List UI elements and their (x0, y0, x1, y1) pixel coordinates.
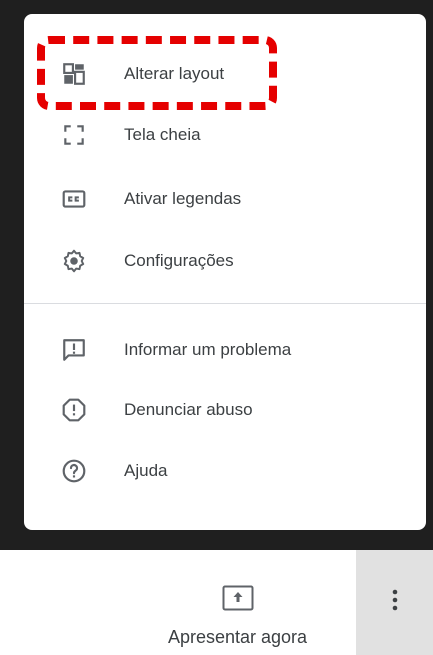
menu-item-label: Ativar legendas (124, 189, 242, 208)
menu-item-settings[interactable]: Configurações (24, 233, 426, 289)
report-problem-icon (59, 335, 89, 365)
highlight-annotation (37, 36, 277, 110)
captions-icon (59, 184, 89, 214)
menu-item-label: Ajuda (124, 461, 168, 480)
menu-item-label: Denunciar abuso (124, 400, 253, 419)
help-icon (59, 456, 89, 486)
present-now-label: Apresentar agora (167, 627, 308, 647)
more-vertical-icon (392, 588, 398, 617)
settings-gear-icon (59, 246, 89, 276)
menu-item-help[interactable]: Ajuda (24, 443, 426, 499)
menu-item-label: Tela cheia (124, 125, 201, 144)
menu-divider (24, 303, 426, 304)
menu-item-fullscreen[interactable]: Tela cheia (24, 107, 426, 163)
present-now-button[interactable]: Apresentar agora (120, 555, 355, 655)
present-screen-icon (222, 585, 254, 611)
menu-item-captions[interactable]: Ativar legendas (24, 171, 426, 227)
more-options-button[interactable] (356, 550, 433, 655)
menu-item-label: Configurações (124, 251, 234, 270)
report-abuse-icon (59, 395, 89, 425)
fullscreen-icon (59, 120, 89, 150)
menu-item-label: Informar um problema (124, 340, 292, 359)
menu-item-report-problem[interactable]: Informar um problema (24, 322, 426, 378)
menu-item-report-abuse[interactable]: Denunciar abuso (24, 382, 426, 438)
